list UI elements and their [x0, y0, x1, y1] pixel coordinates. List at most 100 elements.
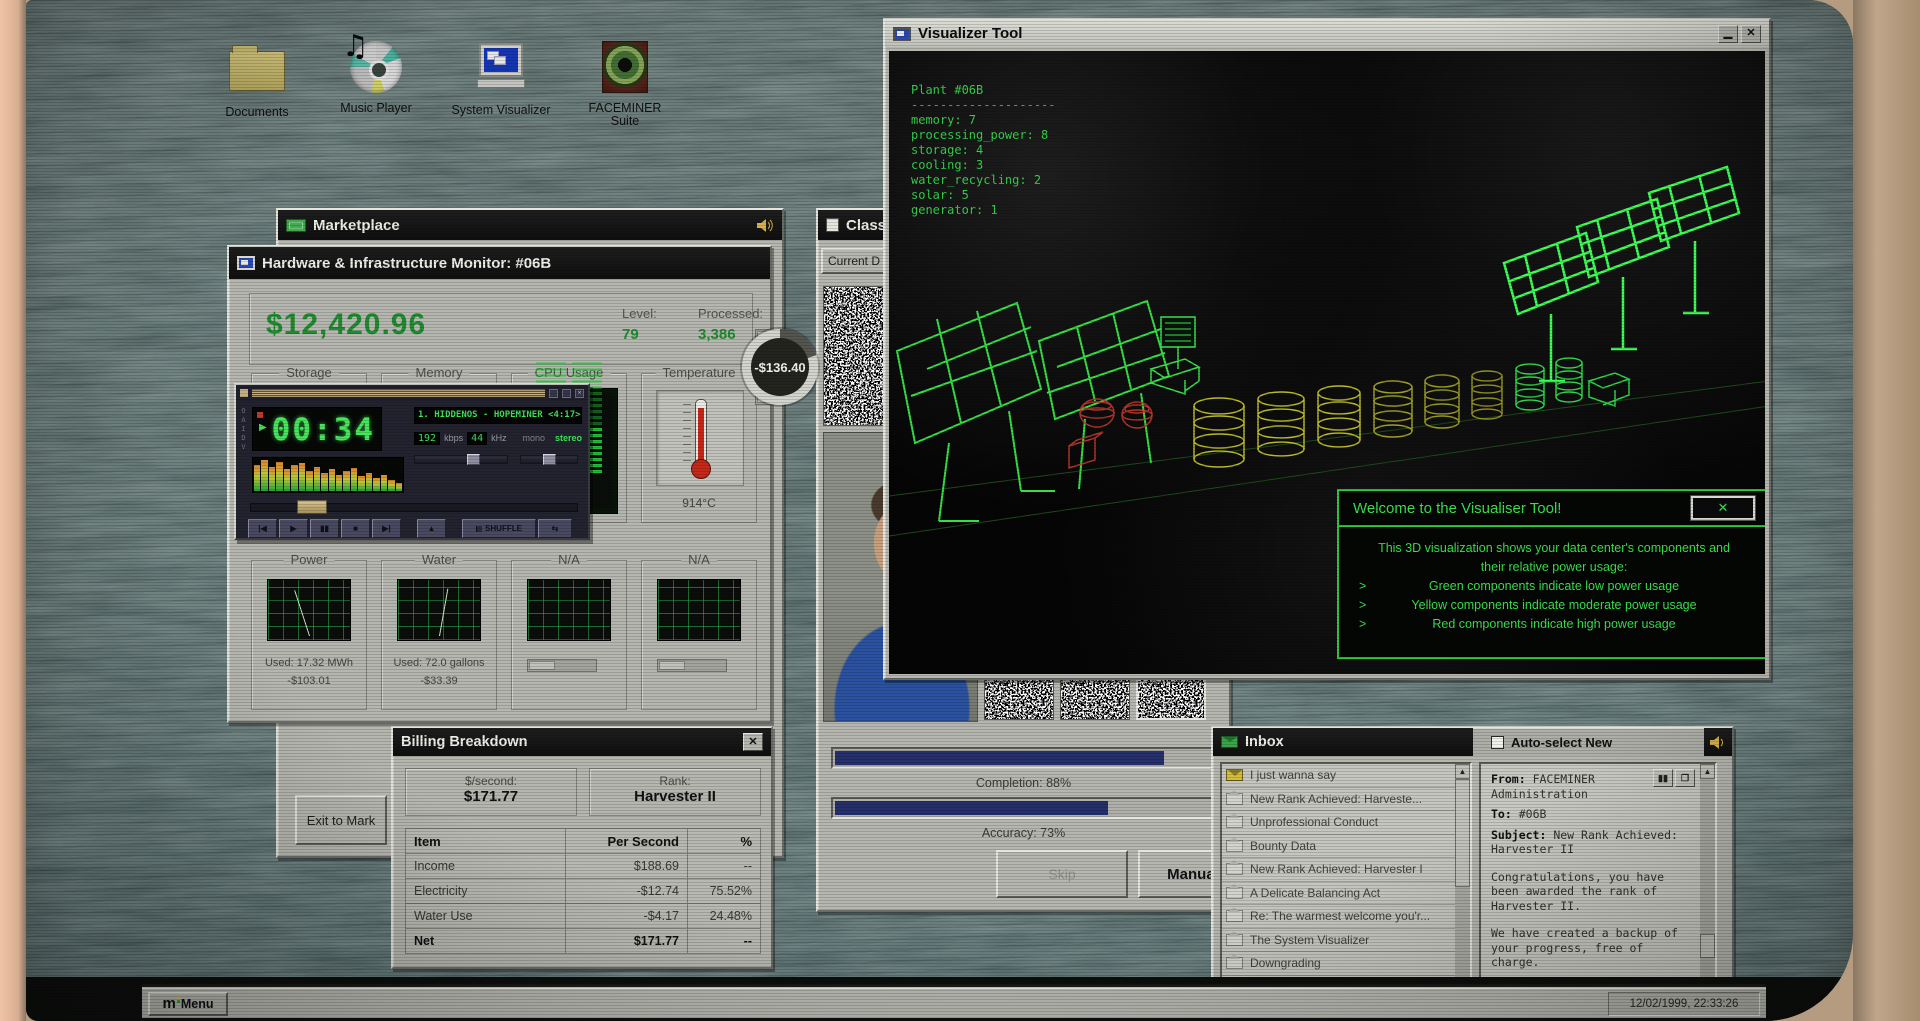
na-meter-2: N/A [641, 552, 757, 710]
music-note-icon: ♫ [342, 29, 369, 64]
meter-slider[interactable] [527, 659, 597, 672]
stop-button[interactable]: ■ [341, 519, 370, 538]
pause-messages-button[interactable]: ▮▮ [1653, 769, 1673, 787]
monitor-icon [893, 26, 911, 41]
desktop-icon-music-player[interactable]: ♫ Music Player [324, 29, 428, 115]
balance-slider[interactable] [520, 454, 578, 465]
speaker-icon[interactable] [1709, 735, 1727, 750]
billing-tick-value: -$136.40 [754, 359, 806, 375]
visualizer-minimize-button[interactable]: ▁ [1718, 24, 1738, 43]
previous-button[interactable]: |◀ [248, 519, 277, 538]
shuffle-flag-icon [476, 525, 483, 532]
folder-icon [229, 45, 285, 91]
completion-bar [831, 747, 1213, 769]
desktop-icon-documents[interactable]: Documents [205, 40, 309, 119]
list-item[interactable]: Downgrading [1222, 952, 1470, 976]
scroll-up-icon[interactable]: ▲ [1455, 764, 1470, 779]
table-row-net: Net $171.77 -- [405, 928, 761, 954]
billing-titlebar[interactable]: Billing Breakdown ✕ [393, 728, 771, 756]
eye-icon [602, 41, 648, 93]
seek-bar[interactable] [250, 500, 578, 514]
seek-thumb[interactable] [297, 500, 327, 514]
visualizer-title: Visualizer Tool [918, 25, 1023, 42]
desktop-icon-label: Music Player [340, 101, 412, 115]
player-titlebar[interactable]: × [236, 385, 588, 401]
table-row: Income $188.69 -- [405, 853, 761, 879]
welcome-bullet: Green components indicate low power usag… [1428, 579, 1680, 593]
reader-scrollbar[interactable]: ▲ ▼ [1700, 764, 1715, 998]
player-shade-button[interactable] [562, 388, 571, 398]
na-meter-1: N/A [511, 552, 627, 710]
eject-button[interactable]: ▲ [417, 519, 446, 538]
water-meter: Water Used: 72.0 gallons -$33.39 [381, 552, 497, 710]
shuffle-button[interactable]: SHUFFLE [462, 519, 536, 538]
visualizer-titlebar[interactable]: Visualizer Tool ▁ ✕ [885, 20, 1769, 47]
accuracy-fill [835, 801, 1109, 815]
inbox-sound-area[interactable] [1704, 728, 1732, 756]
popout-message-button[interactable]: ❐ [1675, 769, 1695, 787]
scrollbar-thumb[interactable] [1455, 779, 1470, 887]
desktop-icon-label: FACEMINER Suite [588, 101, 662, 128]
auto-select-label: Auto-select New [1511, 735, 1613, 750]
skip-button[interactable]: Skip [996, 850, 1128, 898]
marketplace-titlebar[interactable]: Marketplace [278, 210, 782, 240]
desktop-icon-system-visualizer[interactable]: System Visualizer [449, 38, 553, 117]
taskbar-clock: 12/02/1999, 22:33:26 [1608, 991, 1760, 1016]
welcome-close-button[interactable]: ✕ [1690, 495, 1756, 521]
list-item-selected[interactable]: New Rank Achieved: Harvester I [1222, 858, 1470, 882]
speaker-icon[interactable] [756, 218, 774, 233]
hardware-monitor-titlebar[interactable]: Hardware & Infrastructure Monitor: #06B [229, 247, 770, 279]
message-body: Congratulations, you have been awarded t… [1491, 869, 1665, 913]
desktop-icon-faceminer-suite[interactable]: FACEMINER Suite [573, 36, 677, 128]
visualizer-close-button[interactable]: ✕ [1741, 24, 1761, 43]
list-scrollbar[interactable]: ▲ [1455, 764, 1470, 998]
accuracy-bar [831, 797, 1213, 819]
meter-slider[interactable] [657, 659, 727, 672]
menu-button[interactable]: m Menu [148, 991, 228, 1016]
bitrate-label: kbps [444, 433, 464, 443]
welcome-bullet: Red components indicate high power usage [1432, 617, 1676, 631]
scrollbar-thumb[interactable] [1700, 934, 1715, 958]
play-button[interactable]: ▶ [279, 519, 308, 538]
pause-button[interactable]: ▮▮ [310, 519, 339, 538]
repeat-button[interactable]: ⇆ [538, 519, 572, 538]
completion-label: Completion: 88% [975, 776, 1072, 790]
list-item[interactable]: Bounty Data [1222, 835, 1470, 858]
welcome-dialog: Welcome to the Visualiser Tool! ✕ This 3… [1337, 489, 1765, 659]
list-item[interactable]: The System Visualizer [1222, 929, 1470, 952]
current-data-button[interactable]: Current D [821, 248, 885, 274]
inbox-titlebar[interactable]: Inbox [1213, 728, 1473, 756]
player-minimize-button[interactable] [549, 388, 558, 398]
list-item[interactable]: Re: The warmest welcome you'r... [1222, 905, 1470, 929]
rank-value: Harvester II [634, 788, 716, 805]
inbox-title: Inbox [1245, 734, 1284, 750]
list-item[interactable]: I just wanna say [1222, 764, 1470, 788]
memory-label: Memory [408, 365, 470, 380]
per-second-value: $171.77 [463, 788, 519, 805]
rank-box: Rank: Harvester II [589, 768, 761, 816]
auto-select-checkbox[interactable] [1491, 736, 1504, 749]
list-item[interactable]: New Rank Achieved: Harveste... [1222, 788, 1470, 811]
scroll-up-icon[interactable]: ▲ [1700, 764, 1715, 779]
billing-close-button[interactable]: ✕ [743, 733, 763, 751]
list-item[interactable]: Unprofessional Conduct [1222, 811, 1470, 835]
player-close-button[interactable]: × [575, 388, 584, 398]
level-value: 79 [622, 326, 639, 343]
table-row: Water Use -$4.17 24.48% [405, 903, 761, 929]
samplerate-value: 44 [467, 431, 488, 445]
3d-viewport[interactable]: Plant #06B -------------------- memory: … [889, 51, 1765, 674]
temperature-value: 914°C [682, 496, 716, 510]
clutter-bar[interactable]: OAIDV [239, 407, 248, 452]
crt-bezel-left [0, 0, 26, 1021]
billing-header-row: Item Per Second % [405, 828, 761, 854]
welcome-title: Welcome to the Visualiser Tool! [1353, 499, 1562, 517]
exit-to-marketplace-button[interactable]: Exit to Mark [295, 795, 387, 845]
envelope-open-icon [1226, 813, 1243, 829]
play-indicator: ▶ [259, 422, 267, 433]
volume-slider[interactable] [414, 454, 508, 465]
next-button[interactable]: ▶| [372, 519, 401, 538]
message-reader: From: FACEMINER Administration To: #06B … [1479, 762, 1717, 1000]
list-item[interactable]: A Delicate Balancing Act [1222, 882, 1470, 905]
temperature-label: Temperature [655, 365, 743, 380]
completion-fill [835, 751, 1165, 765]
